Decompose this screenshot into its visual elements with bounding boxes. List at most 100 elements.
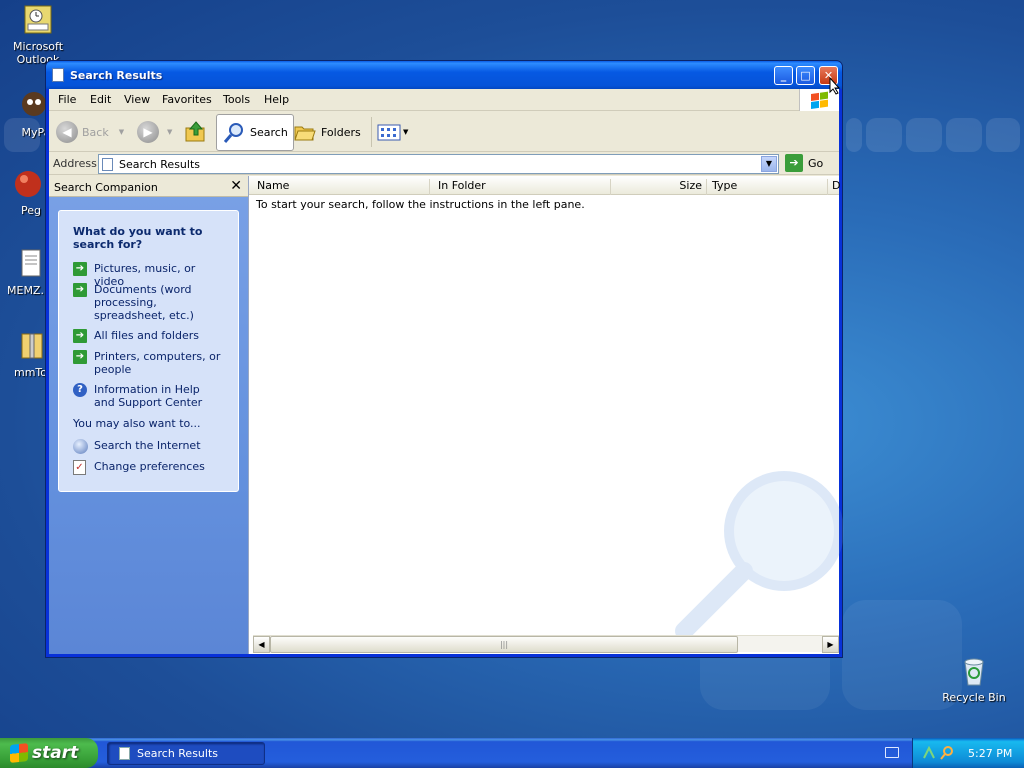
title-bar[interactable]: Search Results _ □ ✕ xyxy=(46,61,842,89)
option-label: Search the Internet xyxy=(94,439,201,452)
taskbar-item-search-results[interactable]: Search Results xyxy=(107,742,265,765)
outlook-icon xyxy=(22,4,54,36)
option-label: All files and folders xyxy=(94,329,199,342)
recycle-bin-icon xyxy=(958,655,990,687)
magnifier-watermark-icon xyxy=(675,471,844,640)
views-button[interactable]: ▼ xyxy=(371,117,408,147)
search-button[interactable]: Search xyxy=(216,114,294,151)
search-results-icon xyxy=(119,747,130,760)
task-label: Search Results xyxy=(137,747,219,760)
peg-icon xyxy=(12,168,44,200)
windows-flag-icon xyxy=(10,743,28,763)
search-results-icon xyxy=(102,158,113,171)
keyboard-icon[interactable] xyxy=(885,747,899,758)
chevron-down-icon: ▼ xyxy=(403,128,409,136)
go-button[interactable]: ➔ Go xyxy=(785,154,823,172)
column-size-label: Size xyxy=(679,179,702,192)
system-tray: 5:27 PM xyxy=(912,738,1024,768)
folders-icon xyxy=(294,126,316,141)
folders-button[interactable]: Folders xyxy=(293,117,361,147)
back-arrow-icon: ◀ xyxy=(56,121,78,143)
desktop-decoration xyxy=(946,118,982,152)
scroll-thumb[interactable]: ||| xyxy=(270,636,738,653)
address-dropdown-button[interactable]: ▼ xyxy=(761,156,777,172)
window-client: File Edit View Favorites Tools Help ◀ Ba… xyxy=(49,89,844,654)
start-button[interactable]: start xyxy=(0,738,98,768)
taskbar: start Search Results 5:27 PM xyxy=(0,738,1024,768)
up-folder-icon xyxy=(185,121,205,142)
desktop-icon-label: Peg xyxy=(21,204,41,217)
option-printers-computers-people[interactable]: ➔ Printers, computers, or people xyxy=(73,350,223,376)
address-value: Search Results xyxy=(119,158,201,171)
go-label: Go xyxy=(808,156,824,170)
close-pane-button[interactable]: ✕ xyxy=(230,178,242,194)
horizontal-scrollbar[interactable]: ◀ ||| ▶ xyxy=(253,635,839,653)
menu-bar: File Edit View Favorites Tools Help xyxy=(49,89,839,111)
forward-arrow-icon: ▶ xyxy=(137,121,159,143)
scroll-right-button[interactable]: ▶ xyxy=(822,636,839,653)
option-label: Change preferences xyxy=(94,460,205,473)
search-label: Search xyxy=(250,126,288,139)
address-field[interactable]: Search Results ▼ xyxy=(98,154,779,174)
maximize-button[interactable]: □ xyxy=(796,66,815,85)
option-documents[interactable]: ➔ Documents (word processing, spreadshee… xyxy=(73,283,223,322)
up-folder-button[interactable] xyxy=(184,117,208,147)
toolbar: ◀ Back ▼ ▶ ▼ Search Folders ▼ xyxy=(49,112,839,152)
menu-file[interactable]: File xyxy=(58,93,76,106)
address-label: Address xyxy=(53,157,97,170)
option-search-internet[interactable]: Search the Internet xyxy=(73,439,228,454)
column-name[interactable]: Name xyxy=(249,179,430,195)
views-grid-icon xyxy=(377,124,401,141)
option-label: Documents (word processing, spreadsheet,… xyxy=(94,283,194,322)
green-arrow-icon: ➔ xyxy=(73,262,87,276)
option-label: Information in Help and Support Center xyxy=(94,383,203,409)
menu-view[interactable]: View xyxy=(124,93,150,106)
menu-favorites[interactable]: Favorites xyxy=(162,93,212,106)
back-button[interactable]: ◀ Back ▼ xyxy=(56,117,124,147)
desktop-icon-peg[interactable]: Peg xyxy=(0,168,46,217)
search-companion-pane: Search Companion ✕ What do you want to s… xyxy=(49,176,248,654)
desktop-icon-mmto[interactable]: mmTo xyxy=(0,330,46,379)
search-question: What do you want to search for? xyxy=(73,225,203,251)
column-type[interactable]: Type xyxy=(707,179,828,195)
address-bar: Address Search Results ▼ ➔ Go xyxy=(49,153,839,175)
search-tray-icon[interactable] xyxy=(940,746,954,760)
help-icon: ? xyxy=(73,383,87,397)
preferences-icon: ✓ xyxy=(73,460,86,475)
zip-folder-icon xyxy=(16,330,46,362)
results-header: Name In Folder Size Type D xyxy=(249,176,842,195)
results-message: To start your search, follow the instruc… xyxy=(256,198,585,211)
desktop-icon-label: mmTo xyxy=(14,366,46,379)
column-size[interactable]: Size xyxy=(611,179,707,195)
mouse-cursor-icon xyxy=(829,77,841,95)
window-document-icon xyxy=(52,68,64,82)
menu-tools[interactable]: Tools xyxy=(223,93,250,106)
desktop-icon-memz[interactable]: MEMZ. xyxy=(0,248,46,297)
column-date[interactable]: D xyxy=(828,179,842,195)
desktop-decoration xyxy=(986,118,1020,152)
forward-button[interactable]: ▶ ▼ xyxy=(137,117,172,147)
option-change-preferences[interactable]: ✓ Change preferences xyxy=(73,460,228,475)
clock: 5:27 PM xyxy=(968,746,1013,760)
window-title: Search Results xyxy=(70,69,163,82)
menu-edit[interactable]: Edit xyxy=(90,93,111,106)
go-arrow-icon: ➔ xyxy=(785,154,803,172)
option-all-files-folders[interactable]: ➔ All files and folders xyxy=(73,329,223,343)
option-help-support[interactable]: ? Information in Help and Support Center xyxy=(73,383,223,409)
search-companion-header: Search Companion ✕ xyxy=(49,176,248,197)
scroll-left-button[interactable]: ◀ xyxy=(253,636,270,653)
start-label: start xyxy=(32,743,79,763)
minimize-button[interactable]: _ xyxy=(774,66,793,85)
chevron-down-icon: ▼ xyxy=(118,128,125,136)
search-results-window: Search Results _ □ ✕ File Edit View Favo… xyxy=(45,60,844,658)
also-want-label: You may also want to... xyxy=(73,417,201,430)
search-companion-title: Search Companion xyxy=(54,181,158,194)
network-icon[interactable] xyxy=(922,746,936,760)
column-in-folder[interactable]: In Folder xyxy=(430,179,611,195)
menu-help[interactable]: Help xyxy=(264,93,289,106)
text-file-icon xyxy=(16,248,46,280)
desktop-icon-label: MEMZ. xyxy=(7,284,44,297)
desktop-icon-recycle-bin[interactable]: Recycle Bin xyxy=(934,655,1014,704)
desktop-icon-outlook[interactable]: Microsoft Outlook xyxy=(0,4,78,66)
folders-label: Folders xyxy=(321,125,361,139)
